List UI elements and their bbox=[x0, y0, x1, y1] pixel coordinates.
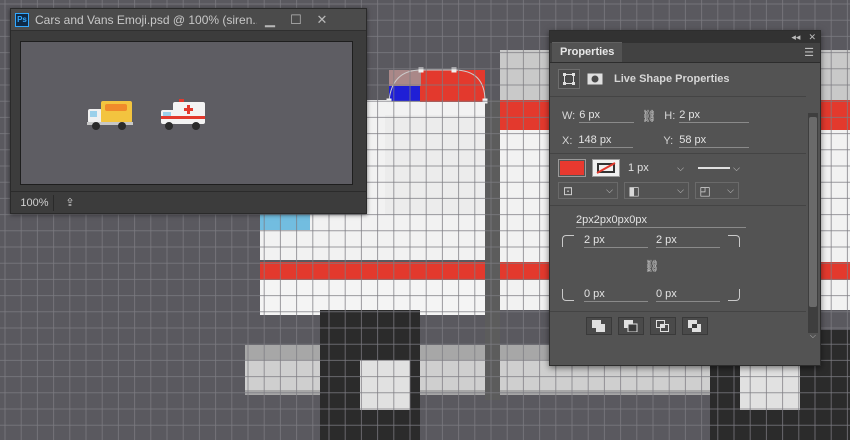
link-radii-row: ⛓ bbox=[642, 259, 662, 273]
top-left-corner-icon bbox=[562, 235, 574, 247]
height-field[interactable]: 2 px bbox=[679, 109, 750, 123]
butt-cap-icon: ◧ bbox=[628, 183, 640, 198]
x-label: X: bbox=[562, 135, 573, 147]
corner-radii-summary[interactable]: 2px2px0px0px bbox=[576, 214, 746, 228]
width-field[interactable]: 6 px bbox=[579, 109, 635, 123]
live-shape-icon[interactable] bbox=[558, 69, 580, 89]
height-label: H: bbox=[664, 110, 676, 122]
divider bbox=[550, 311, 806, 312]
fill-color-icon bbox=[560, 161, 584, 175]
photoshop-logo-icon: Ps bbox=[15, 12, 29, 27]
ambulance-icon bbox=[161, 99, 205, 130]
no-stroke-icon bbox=[596, 162, 616, 174]
document-window[interactable]: Ps Cars and Vans Emoji.psd @ 100% (siren… bbox=[10, 8, 367, 214]
top-right-radius-field[interactable]: 2 px bbox=[656, 234, 720, 248]
exclude-shapes-icon[interactable] bbox=[682, 317, 708, 335]
width-label: W: bbox=[562, 110, 576, 122]
minimize-icon[interactable]: ▁ bbox=[257, 11, 283, 29]
chevron-down-icon: ⌵ bbox=[606, 185, 613, 195]
miter-join-icon: ◰ bbox=[699, 183, 711, 198]
stroke-width-value: 1 px bbox=[628, 162, 649, 174]
close-icon[interactable]: ✕ bbox=[808, 32, 816, 43]
properties-header: Live Shape Properties bbox=[558, 69, 730, 89]
path-operations-row bbox=[586, 317, 708, 335]
mask-icon[interactable] bbox=[584, 69, 606, 89]
panel-scrollbar[interactable] bbox=[808, 113, 818, 333]
rear-hubcap bbox=[740, 365, 800, 410]
ambulance-stripe bbox=[260, 262, 500, 280]
properties-header-title: Live Shape Properties bbox=[614, 73, 730, 85]
intersect-shapes-icon[interactable] bbox=[650, 317, 676, 335]
front-hubcap bbox=[360, 360, 410, 410]
document-statusbar: 100% ⇪ bbox=[11, 191, 366, 213]
ambulance-lower-body bbox=[260, 280, 500, 315]
document-titlebar[interactable]: Ps Cars and Vans Emoji.psd @ 100% (siren… bbox=[11, 9, 366, 31]
size-row: W: 6 px ⛓ H: 2 px bbox=[562, 109, 750, 123]
document-canvas-preview[interactable] bbox=[20, 41, 353, 185]
subtract-shapes-icon[interactable] bbox=[618, 317, 644, 335]
properties-panel[interactable]: ◂◂ ✕ Properties ☰ Live Shape Properties … bbox=[549, 30, 821, 366]
scrollbar-thumb[interactable] bbox=[809, 117, 817, 307]
scroll-down-icon[interactable]: ⌵ bbox=[810, 331, 816, 341]
share-icon[interactable]: ⇪ bbox=[60, 195, 80, 211]
link-icon[interactable]: ⛓ bbox=[634, 109, 664, 123]
y-field[interactable]: 58 px bbox=[679, 134, 750, 148]
document-artwork bbox=[87, 99, 205, 130]
bottom-right-radius-field[interactable]: 0 px bbox=[656, 288, 720, 302]
maximize-icon[interactable]: ☐ bbox=[283, 11, 309, 29]
stroke-corner-dropdown[interactable]: ◰ ⌵ bbox=[695, 182, 739, 199]
chevron-down-icon: ⌵ bbox=[733, 162, 740, 173]
stroke-align-dropdown[interactable]: ⊡ ⌵ bbox=[558, 182, 618, 199]
ambulance-door bbox=[385, 115, 485, 215]
delivery-van-icon bbox=[87, 101, 133, 130]
ambulance-seam bbox=[485, 100, 500, 400]
divider bbox=[550, 153, 806, 154]
stroke-width-dropdown[interactable]: 1 px ⌵ bbox=[628, 159, 688, 177]
link-radii-icon[interactable]: ⛓ bbox=[642, 259, 662, 273]
stroke-cap-dropdown[interactable]: ◧ ⌵ bbox=[624, 182, 689, 199]
bottom-radii-row: 0 px 0 px bbox=[562, 288, 740, 302]
solid-line-icon bbox=[698, 167, 730, 169]
stroke-swatch[interactable] bbox=[592, 159, 620, 177]
unite-shapes-icon[interactable] bbox=[586, 317, 612, 335]
close-icon[interactable]: ✕ bbox=[309, 11, 335, 29]
divider bbox=[550, 96, 806, 97]
align-inside-icon: ⊡ bbox=[562, 183, 574, 198]
stroke-style-dropdown[interactable]: ⌵ bbox=[694, 159, 744, 177]
anchor-point-icon bbox=[451, 67, 457, 73]
stroke-options-row: ⊡ ⌵ ◧ ⌵ ◰ ⌵ bbox=[558, 182, 739, 199]
top-left-radius-field[interactable]: 2 px bbox=[584, 234, 648, 248]
double-chevron-icon[interactable]: ◂◂ bbox=[791, 32, 800, 43]
bottom-left-radius-field[interactable]: 0 px bbox=[584, 288, 648, 302]
y-label: Y: bbox=[663, 135, 674, 147]
x-field[interactable]: 148 px bbox=[578, 134, 634, 148]
corner-radii-row: 2px2px0px0px bbox=[576, 214, 746, 228]
position-row: X: 148 px Y: 58 px bbox=[562, 134, 750, 148]
zoom-level[interactable]: 100% bbox=[16, 194, 54, 211]
panel-tabrow: Properties ☰ bbox=[550, 42, 820, 63]
tab-properties[interactable]: Properties bbox=[552, 42, 623, 62]
divider bbox=[550, 205, 806, 206]
top-radii-row: 2 px 2 px bbox=[562, 234, 740, 248]
anchor-point-icon bbox=[418, 67, 424, 73]
bottom-right-corner-icon bbox=[728, 289, 740, 301]
chevron-down-icon: ⌵ bbox=[677, 185, 684, 195]
document-title: Cars and Vans Emoji.psd @ 100% (siren... bbox=[35, 12, 257, 27]
panel-menu-icon[interactable]: ☰ bbox=[804, 46, 820, 62]
chevron-down-icon: ⌵ bbox=[727, 185, 734, 195]
chevron-down-icon: ⌵ bbox=[677, 162, 684, 173]
top-right-corner-icon bbox=[728, 235, 740, 247]
appearance-row: 1 px ⌵ ⌵ bbox=[558, 159, 744, 177]
fill-swatch[interactable] bbox=[558, 159, 586, 177]
bottom-left-corner-icon bbox=[562, 289, 574, 301]
